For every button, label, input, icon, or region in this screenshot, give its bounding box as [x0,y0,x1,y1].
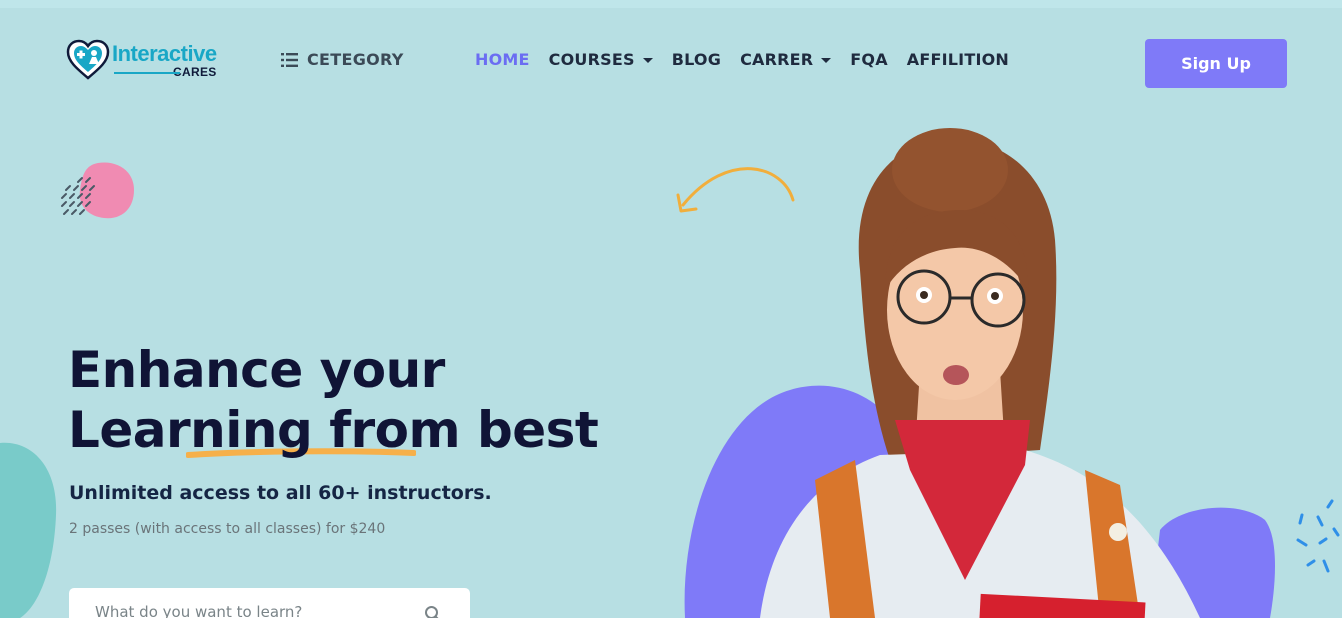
sign-up-button[interactable]: Sign Up [1145,39,1287,88]
blue-dashes-decoration [1296,499,1340,573]
chevron-down-icon [642,58,653,63]
nav-blog[interactable]: BLOG [672,50,721,69]
pink-blob-decoration [61,162,134,219]
nav-affilition[interactable]: AFFILITION [907,50,1009,69]
logo-underline [114,71,180,74]
nav-home[interactable]: HOME [475,50,530,69]
category-label: CETEGORY [307,50,404,69]
chevron-down-icon [821,58,832,63]
top-strip [0,0,1342,8]
heart-logo-icon [66,39,110,80]
logo-main-text: Interactive [112,40,217,66]
nav-courses[interactable]: COURSES [549,50,653,69]
search-box [69,588,470,618]
category-menu[interactable]: CETEGORY [281,50,404,69]
list-icon [281,52,298,67]
logo[interactable]: Interactive CARES [66,38,241,82]
search-input[interactable] [95,603,395,618]
hero-student-image [684,128,1275,618]
pricing-note: 2 passes (with access to all classes) fo… [69,521,386,537]
search-icon[interactable] [424,605,442,618]
main-nav: HOME COURSES BLOG CARRER FQA AFFILITION [475,50,1009,69]
hero-title-line-2: Learning from best [68,401,599,459]
nav-fqa[interactable]: FQA [850,50,888,69]
nav-carrer[interactable]: CARRER [740,50,832,69]
teal-blob-decoration [0,442,57,618]
hero-title-line-1: Enhance your [68,341,445,399]
hero-subtitle: Unlimited access to all 60+ instructors. [69,482,492,504]
hero-title: Enhance your Learning from best [68,340,599,460]
